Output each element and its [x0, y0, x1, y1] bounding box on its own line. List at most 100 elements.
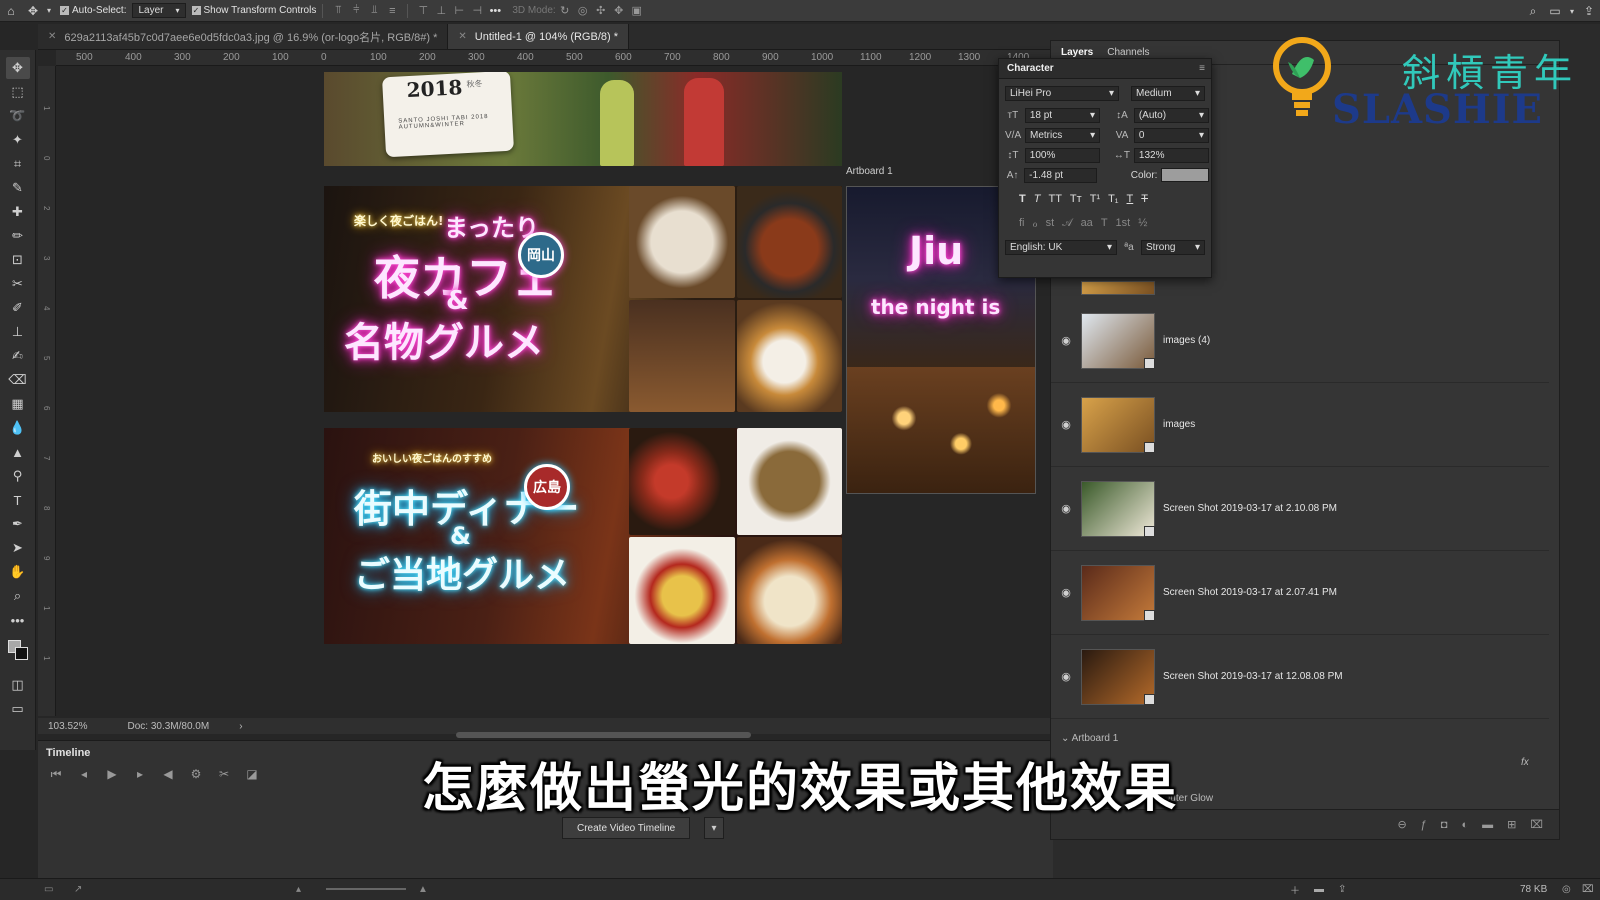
3d-pan-icon[interactable]: ✣: [592, 4, 610, 18]
layer-name[interactable]: images (4): [1163, 335, 1210, 346]
folder-icon[interactable]: ▬: [1314, 884, 1324, 895]
hand-tool-icon[interactable]: ✋: [6, 561, 30, 583]
background-color[interactable]: [14, 647, 28, 660]
eye-icon[interactable]: ◉: [1051, 586, 1081, 599]
chevron-right-icon[interactable]: ›: [239, 721, 242, 732]
quick-mask-icon[interactable]: ◫: [6, 674, 30, 696]
zoom-tool-icon[interactable]: ⌕: [6, 585, 30, 607]
move-tool-icon[interactable]: ✥: [5, 57, 30, 79]
timeline-footer-icon[interactable]: ▭: [44, 884, 53, 895]
add-icon[interactable]: ＋: [1290, 882, 1300, 897]
color-swatches[interactable]: [6, 638, 30, 664]
kerning-field[interactable]: Metrics ▾: [1025, 127, 1101, 143]
pencil-icon[interactable]: ✐: [6, 297, 30, 319]
tab-layers[interactable]: Layers: [1061, 47, 1093, 58]
blur-icon[interactable]: 💧: [6, 417, 30, 439]
horizontal-scrollbar[interactable]: [456, 732, 751, 738]
faux-bold-icon[interactable]: T: [1019, 193, 1026, 205]
align-left-icon[interactable]: ⊤: [414, 4, 432, 18]
layer-name[interactable]: Screen Shot 2019-03-17 at 12.08.08 PM: [1163, 671, 1343, 682]
artwork-top-banner[interactable]: 2018 秋冬 SANTO JOSHI TABI 2018 AUTUMN&WIN…: [324, 72, 842, 166]
font-family-select[interactable]: LiHei Pro ▾: [1005, 85, 1119, 101]
eraser-icon[interactable]: ⌫: [6, 369, 30, 391]
stylistic-alt-icon[interactable]: aa: [1081, 217, 1093, 229]
baseline-shift-field[interactable]: -1.48 pt: [1024, 167, 1097, 183]
home-icon[interactable]: ⌂: [0, 1, 22, 21]
leading-field[interactable]: (Auto) ▾: [1133, 107, 1209, 123]
layer-thumbnail[interactable]: [1081, 396, 1155, 453]
layer-name[interactable]: Screen Shot 2019-03-17 at 2.07.41 PM: [1163, 587, 1337, 598]
superscript-icon[interactable]: T¹: [1090, 193, 1100, 205]
screen-mode-icon[interactable]: ▭: [6, 698, 30, 720]
vertical-scale-field[interactable]: 100%: [1024, 147, 1100, 163]
history-brush-icon[interactable]: ✂: [6, 273, 30, 295]
eye-icon[interactable]: ◉: [1051, 418, 1081, 431]
layer-name[interactable]: images: [1163, 419, 1195, 430]
gradient-icon[interactable]: ▦: [6, 393, 30, 415]
cloud-icon[interactable]: ◎: [1562, 884, 1571, 895]
convert-icon[interactable]: ↗: [74, 884, 82, 895]
font-size-field[interactable]: 18 pt ▾: [1024, 107, 1100, 123]
pen-tool-icon[interactable]: ✒: [6, 513, 30, 535]
close-icon[interactable]: ✕: [48, 31, 56, 42]
layer-row[interactable]: ◉ Screen Shot 2019-03-17 at 2.10.08 PM: [1051, 467, 1549, 551]
align-middle-icon[interactable]: ⫩: [347, 4, 365, 18]
align-bottom-icon[interactable]: ⫫: [365, 4, 383, 18]
sharpen-icon[interactable]: ▲: [6, 441, 30, 463]
chevron-down-icon[interactable]: ▾: [44, 1, 54, 21]
brush-tool-icon[interactable]: ✏: [6, 225, 30, 247]
align-center-icon[interactable]: ⊥: [432, 4, 450, 18]
panel-menu-icon[interactable]: ≡: [1199, 63, 1205, 74]
layer-thumbnail[interactable]: [1081, 312, 1155, 369]
workspace-icon[interactable]: ▭: [1544, 1, 1566, 21]
smudge-icon[interactable]: ✍: [6, 345, 30, 367]
zoom-level[interactable]: 103.52%: [48, 721, 87, 732]
layer-row[interactable]: ◉ Screen Shot 2019-03-17 at 2.07.41 PM: [1051, 551, 1549, 635]
strikethrough-icon[interactable]: T: [1141, 193, 1148, 205]
marquee-tool-icon[interactable]: ⬚: [6, 81, 30, 103]
swash-icon[interactable]: 𝒜: [1062, 217, 1072, 230]
titling-icon[interactable]: T: [1101, 217, 1108, 229]
small-caps-icon[interactable]: Tт: [1070, 193, 1082, 205]
close-icon[interactable]: ✕: [458, 31, 466, 42]
show-transform-checkbox[interactable]: ✓ Show Transform Controls: [191, 5, 316, 16]
3d-rotate-icon[interactable]: ↻: [556, 4, 574, 18]
contextual-alt-icon[interactable]: ℴ: [1033, 217, 1038, 230]
layer-row[interactable]: ◉ Screen Shot 2019-03-17 at 12.08.08 PM: [1051, 635, 1549, 719]
artwork-okayama-banner[interactable]: 楽しく夜ごはん! まったり 夜カフェ & 名物グルメ 岡山: [324, 186, 842, 412]
more-tools-icon[interactable]: •••: [6, 609, 30, 631]
faux-italic-icon[interactable]: T: [1034, 193, 1041, 205]
artboard-label[interactable]: Artboard 1: [846, 166, 893, 177]
share-icon[interactable]: ⇪: [1578, 1, 1600, 21]
auto-select-checkbox[interactable]: ✓ Auto-Select:: [60, 5, 126, 16]
artboard-group-row[interactable]: ⌄ Artboard 1: [1061, 733, 1118, 744]
all-caps-icon[interactable]: TT: [1048, 193, 1061, 205]
language-select[interactable]: English: UK ▾: [1005, 239, 1117, 255]
search-icon[interactable]: ⌕: [1522, 1, 1544, 21]
canvas-area[interactable]: 2018 秋冬 SANTO JOSHI TABI 2018 AUTUMN&WIN…: [56, 66, 1053, 718]
align-right-icon[interactable]: ⊢: [450, 4, 468, 18]
dodge-icon[interactable]: ⚲: [6, 465, 30, 487]
clone-icon[interactable]: ⊥: [6, 321, 30, 343]
lasso-tool-icon[interactable]: ➰: [6, 105, 30, 127]
artwork-hiroshima-banner[interactable]: おいしい夜ごはんのすすめ 街中ディナー & ご当地グルメ 広島: [324, 428, 842, 644]
trash-icon[interactable]: ⌧: [1582, 884, 1594, 895]
more-options-icon[interactable]: •••: [486, 4, 504, 18]
eye-icon[interactable]: ◉: [1051, 334, 1081, 347]
text-color-swatch[interactable]: [1161, 168, 1209, 182]
eye-icon[interactable]: ◉: [1051, 670, 1081, 683]
crop-tool-icon[interactable]: ⌗: [6, 153, 30, 175]
timeline-zoom-slider[interactable]: [326, 888, 406, 890]
horizontal-scale-field[interactable]: 132%: [1133, 147, 1209, 163]
subscript-icon[interactable]: T₁: [1108, 193, 1118, 205]
layer-row[interactable]: ◉ images (4): [1051, 299, 1549, 383]
align-top-icon[interactable]: ⫪: [329, 4, 347, 18]
layer-thumbnail[interactable]: [1081, 480, 1155, 537]
align-distribute-icon[interactable]: ≡: [383, 4, 401, 18]
ligatures-icon[interactable]: fi: [1019, 217, 1025, 229]
healing-brush-icon[interactable]: ✚: [6, 201, 30, 223]
auto-select-dropdown[interactable]: Layer ▾: [132, 3, 186, 18]
ordinals-icon[interactable]: 1st: [1116, 217, 1131, 229]
export-icon[interactable]: ⇪: [1338, 884, 1346, 895]
underline-icon[interactable]: T: [1127, 193, 1134, 205]
